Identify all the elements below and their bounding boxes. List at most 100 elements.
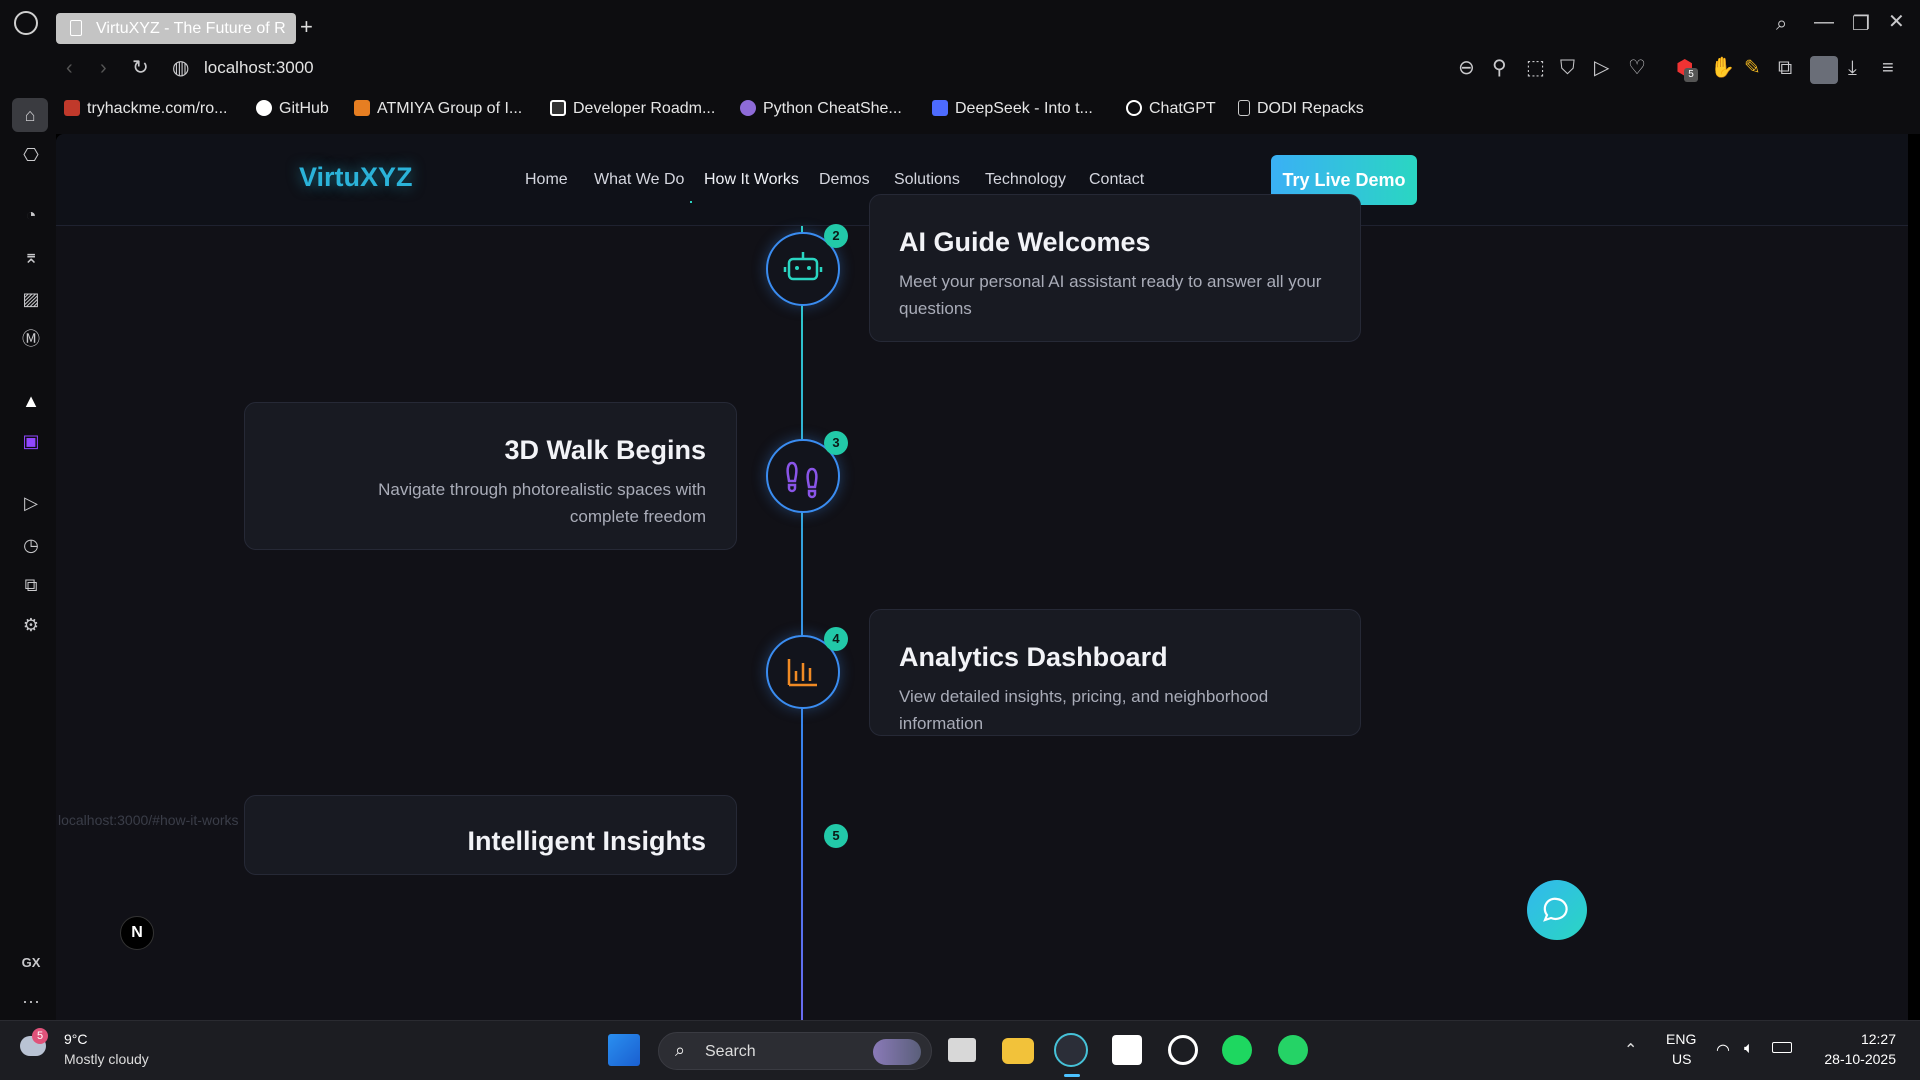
nav-technology[interactable]: Technology [985,171,1066,189]
menu-icon[interactable]: ≡ [1882,58,1894,78]
nav-demos[interactable]: Demos [819,171,870,189]
address-bar[interactable]: localhost:3000 [204,58,314,78]
site-logo[interactable]: VirtuXYZ [299,162,413,193]
home-icon[interactable]: ⌂ [12,98,48,132]
cleaner-icon[interactable]: ⌆ [18,244,44,270]
profile-avatar[interactable] [1810,56,1838,84]
roadmap-icon [550,100,566,116]
step-title: Analytics Dashboard [899,642,1168,672]
step-node-3: 3 [766,431,848,513]
step-number-badge: 5 [824,824,848,848]
spotify-icon[interactable] [1222,1035,1252,1065]
clock-time[interactable]: 12:27 [1844,1031,1896,1047]
battery-icon[interactable] [1772,1042,1792,1053]
twitch-icon[interactable]: ▣ [18,428,44,454]
player-icon[interactable]: ▷ [18,490,44,516]
chat-bubble-icon [1543,897,1568,922]
page-viewport: VirtuXYZ Home What We Do How It Works De… [56,134,1908,1020]
step-number-badge: 2 [824,224,848,248]
snapshot-icon[interactable]: ⬚ [1526,58,1545,78]
step-description: View detailed insights, pricing, and nei… [899,687,1269,733]
bookmark-roadmap[interactable]: Developer Roadm... [550,100,715,118]
deepseek-icon [932,100,948,116]
bookmark-chatgpt[interactable]: ChatGPT [1126,100,1216,118]
nav-home[interactable]: Home [525,171,568,189]
extensions-icon[interactable]: ⧉ [1778,58,1792,78]
clock-date[interactable]: 28-10-2025 [1814,1051,1896,1067]
step-title: 3D Walk Begins [504,435,706,465]
windows-start-icon[interactable] [608,1034,640,1066]
stop-hand-icon[interactable]: ✋ [1710,58,1735,78]
taskbar-search[interactable]: ⌕ Search [658,1032,932,1070]
nav-contact[interactable]: Contact [1089,171,1144,189]
language-line-1[interactable]: ENG [1666,1031,1696,1047]
step-card-insights: Intelligent Insights [244,795,737,875]
gamepad-icon[interactable]: ⎔ [18,142,44,168]
chat-button[interactable] [1527,880,1587,940]
forward-icon[interactable]: › [100,58,107,78]
bookmark-tryhackme[interactable]: tryhackme.com/ro... [64,100,227,118]
gx-label[interactable]: GX [18,950,44,976]
page-icon [70,20,82,36]
task-view-icon[interactable] [948,1038,976,1062]
active-app-indicator [1064,1074,1080,1077]
extensions-sidebar-icon[interactable]: ⧉ [18,572,44,598]
nextjs-dev-badge[interactable]: N [120,916,154,950]
nav-solutions[interactable]: Solutions [894,171,960,189]
opera-gx-icon[interactable] [1054,1033,1088,1067]
browser-tab[interactable]: VirtuXYZ - The Future of R [56,13,296,44]
step-number-badge: 3 [824,431,848,455]
download-icon[interactable]: ⤓ [1848,58,1857,78]
step-title: AI Guide Welcomes [899,227,1151,257]
reload-icon[interactable]: ↻ [132,58,149,78]
new-tab-button[interactable]: + [300,14,313,40]
aria-icon[interactable]: ▲ [18,388,44,414]
search-tabs-icon[interactable]: ⌕ [1776,14,1787,34]
language-line-2[interactable]: US [1672,1051,1691,1067]
weather-temp: 9°C [64,1031,88,1047]
heart-icon[interactable]: ♡ [1628,58,1646,78]
pen-icon[interactable]: ✎ [1744,58,1761,78]
volume-icon[interactable]: 🔈︎ [1744,1040,1754,1058]
speed-icon[interactable]: ◔ [18,202,44,228]
settings-icon[interactable]: ⚙ [18,612,44,638]
step-description: Meet your personal AI assistant ready to… [899,272,1322,318]
weather-description: Mostly cloudy [64,1051,149,1067]
restore-icon[interactable]: ❐ [1852,14,1870,34]
search-label: Search [705,1043,756,1060]
pin-icon[interactable]: ⚲ [1492,58,1507,78]
status-bar-url: localhost:3000/#how-it-works [58,812,239,828]
close-icon[interactable]: ✕ [1888,12,1905,32]
minimize-icon[interactable]: — [1814,12,1834,32]
active-nav-indicator [690,201,692,203]
whatsapp-icon[interactable] [1278,1035,1308,1065]
zoom-out-icon[interactable]: ⊖ [1458,58,1475,78]
timeline-line [801,226,803,1020]
play-icon[interactable]: ▷ [1594,58,1609,78]
bookmark-python[interactable]: Python CheatShe... [740,100,902,118]
shield-icon[interactable]: ⛉ [1560,58,1575,78]
opera-logo-icon[interactable] [14,11,38,35]
chatgpt-app-icon[interactable] [1168,1035,1198,1065]
bookmark-dodi[interactable]: DODI Repacks [1238,100,1364,118]
bookmark-atmiya[interactable]: ATMIYA Group of I... [354,100,522,118]
search-highlight-icon [873,1039,921,1065]
nav-what-we-do[interactable]: What We Do [594,171,684,189]
bookmark-deepseek[interactable]: DeepSeek - Into t... [932,100,1093,118]
bookmark-github[interactable]: GitHub [256,100,329,118]
news-icon[interactable]: ▨ [18,286,44,312]
back-icon[interactable]: ‹ [66,58,73,78]
nav-how-it-works[interactable]: How It Works [704,171,799,189]
tray-overflow-icon[interactable]: ⌃ [1624,1040,1637,1060]
step-card-3d-walk: 3D Walk Begins Navigate through photorea… [244,402,737,550]
more-icon[interactable]: ··· [18,988,44,1014]
step-node-2: 2 [766,224,848,306]
step-node-4: 4 [766,627,848,709]
file-explorer-icon[interactable] [1002,1038,1034,1064]
wifi-icon[interactable]: ◠ [1716,1040,1730,1060]
globe-icon: ◍ [172,57,190,79]
notion-icon[interactable] [1112,1035,1142,1065]
history-icon[interactable]: ◷ [18,532,44,558]
media-icon[interactable]: Ⓜ [18,326,44,352]
browser-chrome: VirtuXYZ - The Future of R + ⌕ — ❐ ✕ ‹ ›… [0,0,1920,134]
